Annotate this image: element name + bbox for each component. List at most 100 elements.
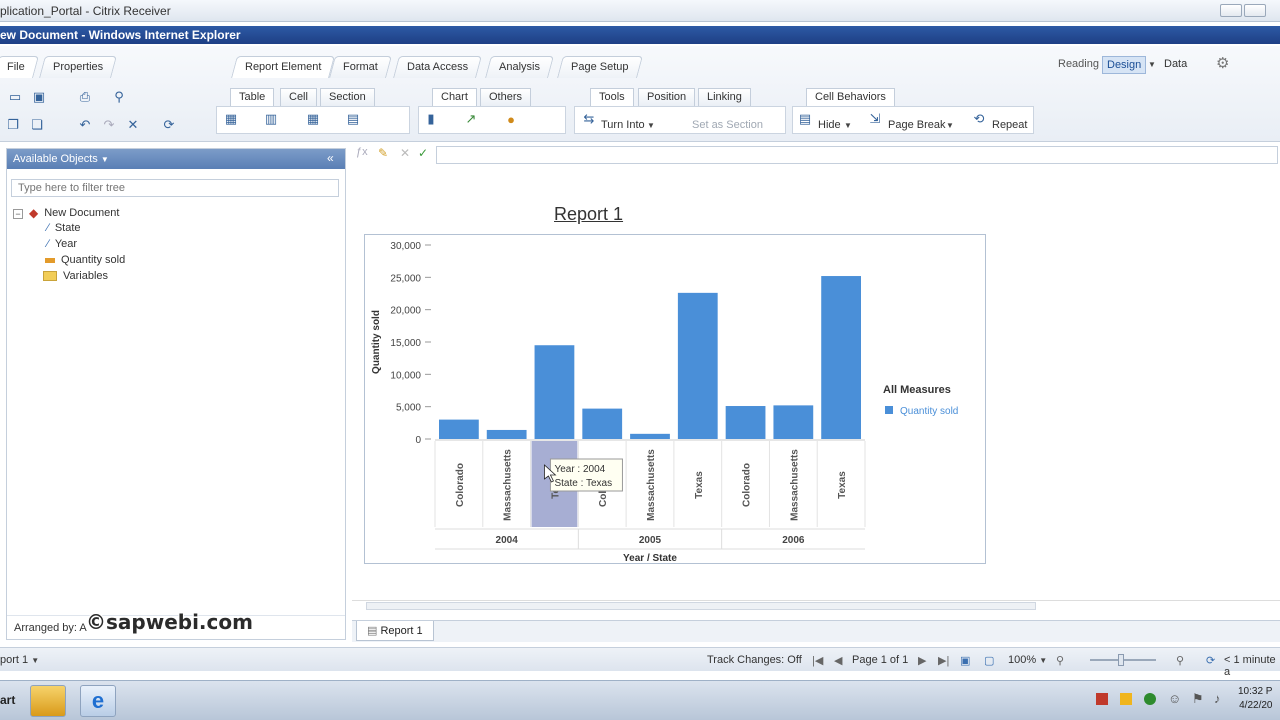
hide-button[interactable]: Hide bbox=[818, 119, 841, 131]
repeat-button[interactable]: Repeat bbox=[992, 119, 1027, 131]
refresh-icon[interactable]: ⟳ bbox=[160, 116, 178, 134]
tray-network-icon[interactable] bbox=[1144, 693, 1156, 705]
redo-icon[interactable]: ↷ bbox=[100, 116, 118, 134]
start-button[interactable]: art bbox=[0, 693, 15, 707]
mode-data[interactable]: Data bbox=[1164, 58, 1187, 70]
subtab-cell-behaviors[interactable]: Cell Behaviors bbox=[806, 88, 895, 106]
tree-item-variables[interactable]: Variables bbox=[43, 270, 108, 282]
pie-chart-icon[interactable]: ● bbox=[502, 110, 520, 128]
panel-title[interactable]: Available Objects ▼ bbox=[13, 153, 109, 165]
tray-app-icon[interactable] bbox=[1096, 693, 1108, 705]
tab-report-element[interactable]: Report Element bbox=[231, 56, 336, 78]
zoom-slider-thumb[interactable] bbox=[1118, 654, 1124, 666]
tab-page-setup[interactable]: Page Setup bbox=[557, 56, 643, 78]
tray-outlook-icon[interactable] bbox=[1120, 693, 1132, 705]
formula-input[interactable] bbox=[436, 146, 1278, 164]
copy-icon[interactable]: ❐ bbox=[4, 116, 22, 134]
outlook-taskbar-icon[interactable] bbox=[30, 685, 66, 717]
tree-collapse-toggle[interactable]: − bbox=[13, 209, 23, 219]
subtab-others[interactable]: Others bbox=[480, 88, 532, 106]
zoom-in-icon[interactable]: ⚲ bbox=[1176, 654, 1184, 667]
turn-into-button[interactable]: Turn Into bbox=[601, 119, 645, 131]
track-changes-status[interactable]: Track Changes: Off bbox=[707, 654, 802, 666]
tree-item-quantity-sold[interactable]: Quantity sold bbox=[45, 254, 125, 266]
minimize-button[interactable] bbox=[1220, 4, 1242, 17]
tree-item-new-document[interactable]: ◆ New Document bbox=[29, 206, 119, 220]
turn-into-icon[interactable]: ⇆ bbox=[580, 110, 598, 128]
set-as-section-button[interactable]: Set as Section bbox=[692, 119, 763, 131]
page-mode-icon[interactable]: ▣ bbox=[960, 654, 970, 667]
next-page-icon[interactable]: ▶ bbox=[918, 654, 926, 667]
tree-item-state[interactable]: ∕ State bbox=[47, 222, 81, 234]
refresh-status-icon[interactable]: ⟳ bbox=[1206, 654, 1215, 667]
report-title[interactable]: Report 1 bbox=[554, 204, 623, 225]
tab-report-1[interactable]: ▤ Report 1 bbox=[356, 621, 434, 641]
horizontal-scrollbar[interactable] bbox=[352, 600, 1280, 610]
tree-item-year[interactable]: ∕ Year bbox=[47, 238, 77, 250]
save-icon[interactable]: ▣ bbox=[30, 88, 48, 106]
subtab-section[interactable]: Section bbox=[320, 88, 375, 106]
hide-dropdown-icon[interactable]: ▼ bbox=[844, 121, 852, 130]
tray-volume-icon[interactable]: ♪ bbox=[1214, 691, 1221, 706]
undo-icon[interactable]: ↶ bbox=[76, 116, 94, 134]
formula-editor-icon[interactable]: ✎ bbox=[378, 146, 388, 160]
mode-design[interactable]: Design bbox=[1102, 56, 1147, 74]
delete-icon[interactable]: ✕ bbox=[124, 116, 142, 134]
legend-swatch bbox=[885, 406, 893, 414]
hide-icon[interactable]: ▤ bbox=[796, 110, 814, 128]
crosstab-icon[interactable]: ▦ bbox=[304, 110, 322, 128]
arranged-by-label[interactable]: Arranged by: A bbox=[14, 622, 87, 634]
paste-icon[interactable]: ❏ bbox=[28, 116, 46, 134]
chart-frame[interactable]: 30,000 25,000 20,000 15,000 10,000 5,000 0 Quan… bbox=[364, 234, 986, 564]
settings-gear-icon[interactable]: ⚙ bbox=[1216, 54, 1229, 72]
page-indicator[interactable]: Page 1 of 1 bbox=[852, 654, 908, 666]
zoom-slider[interactable] bbox=[1090, 654, 1156, 666]
find-icon[interactable]: ⚲ bbox=[110, 88, 128, 106]
group-label: 2004 bbox=[496, 535, 519, 546]
repeat-icon[interactable]: ⟲ bbox=[970, 110, 988, 128]
scrollbar-thumb[interactable] bbox=[366, 602, 1036, 610]
tab-format[interactable]: Format bbox=[329, 56, 392, 78]
zoom-level[interactable]: 100% ▼ bbox=[1008, 654, 1047, 666]
subtab-tools[interactable]: Tools bbox=[590, 88, 634, 106]
prev-page-icon[interactable]: ◀ bbox=[834, 654, 842, 667]
tab-properties[interactable]: Properties bbox=[39, 56, 118, 78]
subtab-linking[interactable]: Linking bbox=[698, 88, 751, 106]
maximize-button[interactable] bbox=[1244, 4, 1266, 17]
subtab-table[interactable]: Table bbox=[230, 88, 275, 106]
tray-flag-icon[interactable]: ⚑ bbox=[1192, 691, 1204, 707]
bar-chart[interactable]: 30,000 25,000 20,000 15,000 10,000 5,000 0 Quan… bbox=[365, 235, 987, 565]
page-break-dropdown-icon[interactable]: ▼ bbox=[946, 121, 954, 130]
tab-data-access[interactable]: Data Access bbox=[393, 56, 483, 78]
cancel-formula-icon[interactable]: ✕ bbox=[400, 146, 410, 160]
internet-explorer-taskbar-icon[interactable]: e bbox=[80, 685, 116, 717]
validate-formula-icon[interactable]: ✓ bbox=[418, 146, 428, 160]
mode-reading[interactable]: Reading bbox=[1058, 58, 1099, 70]
print-icon[interactable]: ⎙ bbox=[76, 88, 94, 106]
formula-icon[interactable]: ƒx bbox=[356, 146, 368, 158]
collapse-panel-icon[interactable]: « bbox=[327, 151, 334, 165]
open-folder-icon[interactable]: ▭ bbox=[6, 88, 24, 106]
report-menu[interactable]: port 1 ▼ bbox=[0, 654, 39, 666]
subtab-position[interactable]: Position bbox=[638, 88, 696, 106]
first-page-icon[interactable]: |◀ bbox=[812, 654, 823, 667]
tab-analysis[interactable]: Analysis bbox=[485, 56, 554, 78]
page-break-button[interactable]: Page Break bbox=[888, 119, 945, 131]
vertical-table-icon[interactable]: ▥ bbox=[262, 110, 280, 128]
filter-tree-input[interactable] bbox=[11, 179, 339, 197]
turn-into-dropdown-icon[interactable]: ▼ bbox=[647, 121, 655, 130]
subtab-chart[interactable]: Chart bbox=[432, 88, 477, 106]
zoom-out-icon[interactable]: ⚲ bbox=[1056, 654, 1064, 667]
quick-display-icon[interactable]: ▢ bbox=[984, 654, 994, 667]
form-table-icon[interactable]: ▤ bbox=[344, 110, 362, 128]
page-break-icon[interactable]: ⇲ bbox=[866, 110, 884, 128]
line-chart-icon[interactable]: ↗ bbox=[462, 110, 480, 128]
tab-file[interactable]: File bbox=[0, 56, 39, 78]
design-dropdown-icon[interactable]: ▼ bbox=[1148, 60, 1156, 69]
table-insert-icon[interactable]: ▦ bbox=[222, 110, 240, 128]
bar-chart-icon[interactable]: ▮ bbox=[422, 110, 440, 128]
tray-clock[interactable]: 10:32 P 4/22/20 bbox=[1238, 685, 1272, 713]
last-page-icon[interactable]: ▶| bbox=[938, 654, 949, 667]
subtab-cell[interactable]: Cell bbox=[280, 88, 317, 106]
tray-user-icon[interactable]: ☺ bbox=[1168, 691, 1181, 706]
